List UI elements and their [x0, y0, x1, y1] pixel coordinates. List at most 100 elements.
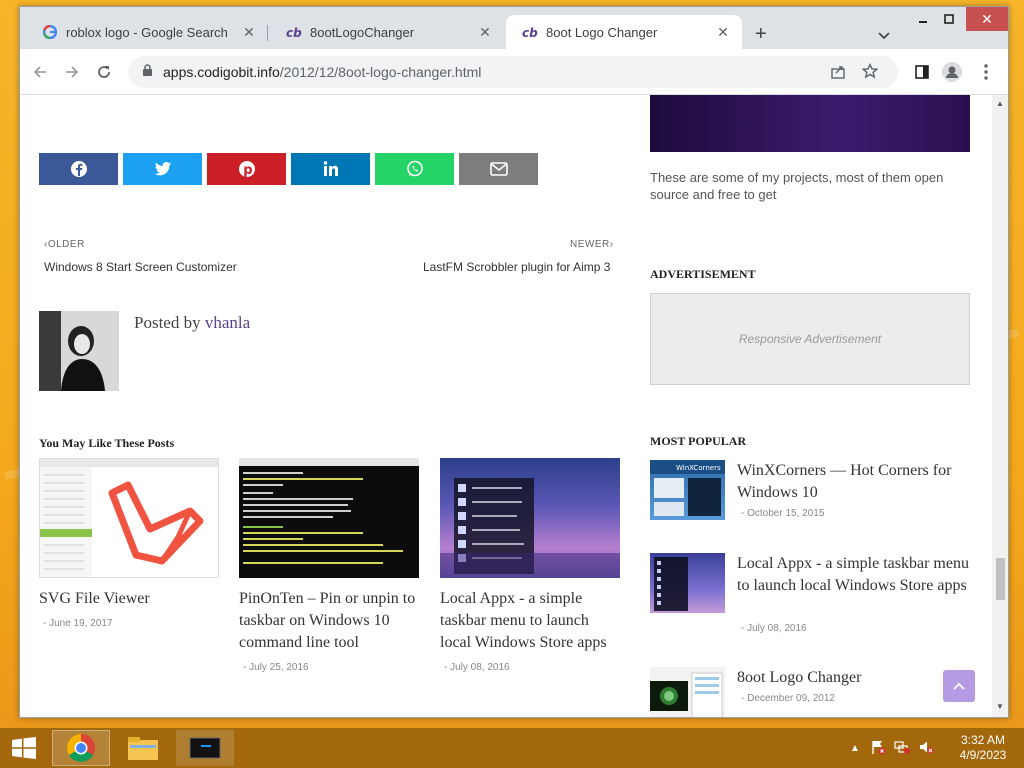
facebook-share-button[interactable]: [39, 153, 118, 185]
close-window-button[interactable]: ✕: [966, 7, 1008, 31]
related-post-card[interactable]: SVG File Viewer - June 19, 2017: [39, 458, 219, 629]
tab-google-search[interactable]: roblox logo - Google Search ✕: [26, 15, 268, 49]
scrollbar-thumb[interactable]: [996, 558, 1005, 600]
popular-post-title[interactable]: 8oot Logo Changer: [737, 667, 972, 689]
url-host: apps.codigobit.info: [163, 64, 280, 80]
windows-taskbar: ▲ 3:32 AM 4/9/2023: [0, 728, 1024, 768]
newer-post-label[interactable]: NEWER›: [570, 239, 614, 250]
popular-post-title[interactable]: Local Appx - a simple taskbar menu to la…: [737, 553, 972, 597]
profile-avatar-icon[interactable]: [940, 61, 964, 83]
linkedin-share-button[interactable]: [291, 153, 370, 185]
linkedin-icon: [323, 161, 338, 176]
whatsapp-icon: [406, 160, 423, 177]
page-content: p ‹OLDER Windows 8 Start Screen Customiz…: [20, 95, 992, 717]
related-posts-heading: You May Like These Posts: [39, 436, 175, 450]
bookmark-star-icon[interactable]: [861, 62, 879, 82]
svg-text:WinXCorners: WinXCorners: [676, 464, 721, 472]
forward-arrow-icon[interactable]: [60, 61, 84, 83]
share-buttons: p: [39, 153, 538, 185]
advertisement-heading: ADVERTISEMENT: [650, 267, 756, 281]
twitter-share-button[interactable]: [123, 153, 202, 185]
post-title[interactable]: Local Appx - a simple taskbar menu to la…: [440, 588, 620, 654]
close-tab-icon[interactable]: ✕: [476, 24, 494, 41]
taskbar-clock[interactable]: 3:32 AM 4/9/2023: [948, 733, 1018, 763]
pinterest-icon: p: [238, 161, 255, 178]
email-share-button[interactable]: [459, 153, 538, 185]
post-thumbnail[interactable]: [440, 458, 620, 578]
network-icon[interactable]: [894, 739, 910, 758]
back-arrow-icon[interactable]: [28, 61, 52, 83]
twitter-icon: [154, 162, 171, 176]
posted-by: Posted by vhanla: [134, 313, 251, 332]
tab-8oot-logo-changer[interactable]: cb 8oot Logo Changer ✕: [506, 15, 742, 49]
browser-toolbar: apps.codigobit.info/2012/12/8oot-logo-ch…: [20, 49, 1008, 95]
close-tab-icon[interactable]: ✕: [240, 24, 258, 41]
popular-post-date: - July 08, 2016: [741, 623, 807, 634]
side-panel-icon[interactable]: [910, 61, 934, 83]
tab-title: 8ootLogoChanger: [310, 24, 415, 40]
facebook-icon: [70, 161, 87, 177]
chevron-right-icon: ›: [609, 239, 614, 250]
tab-search-chevron-icon[interactable]: [878, 27, 890, 45]
popular-post-date: - December 09, 2012: [741, 693, 835, 704]
action-center-flag-icon[interactable]: [870, 739, 886, 758]
address-bar[interactable]: apps.codigobit.info/2012/12/8oot-logo-ch…: [128, 56, 898, 88]
google-g-icon: [42, 24, 58, 40]
page-scrollbar[interactable]: ▲ ▼: [992, 95, 1008, 717]
close-tab-icon[interactable]: ✕: [714, 24, 732, 41]
envelope-icon: [489, 162, 508, 176]
older-post-link[interactable]: Windows 8 Start Screen Customizer: [44, 260, 237, 274]
popular-post-title[interactable]: WinXCorners — Hot Corners for Windows 10: [737, 460, 972, 504]
taskbar-file-explorer[interactable]: [114, 730, 172, 766]
kebab-menu-icon[interactable]: [974, 61, 998, 83]
svg-text:cb: cb: [286, 26, 302, 38]
taskbar-chrome[interactable]: [52, 730, 110, 766]
tab-separator: [267, 25, 268, 41]
related-post-card[interactable]: Local Appx - a simple taskbar menu to la…: [440, 458, 620, 673]
chevron-up-icon: [953, 682, 965, 690]
clock-time: 3:32 AM: [960, 733, 1006, 747]
tab-8ootlogochanger[interactable]: cb 8ootLogoChanger ✕: [270, 15, 504, 49]
whatsapp-share-button[interactable]: [375, 153, 454, 185]
start-button[interactable]: [0, 730, 48, 766]
author-link[interactable]: vhanla: [205, 313, 250, 332]
reload-icon[interactable]: [92, 61, 116, 83]
chrome-icon: [67, 734, 95, 762]
post-title[interactable]: SVG File Viewer: [39, 588, 219, 610]
pinterest-share-button[interactable]: p: [207, 153, 286, 185]
post-title[interactable]: PinOnTen – Pin or unpin to taskbar on Wi…: [239, 588, 419, 654]
popular-post-date: - October 15, 2015: [741, 508, 825, 519]
codigobit-icon: cb: [286, 24, 302, 40]
post-date: - July 25, 2016: [243, 662, 309, 673]
svg-text:p: p: [243, 163, 252, 178]
post-date: - July 08, 2016: [444, 662, 510, 673]
maximize-button[interactable]: [938, 7, 960, 31]
share-page-icon[interactable]: [830, 64, 846, 83]
scroll-up-arrow-icon[interactable]: ▲: [996, 99, 1004, 108]
minimize-button[interactable]: [912, 7, 934, 31]
volume-muted-icon[interactable]: [918, 739, 934, 758]
show-hidden-icons-chevron-icon[interactable]: ▲: [850, 743, 860, 754]
post-thumbnail[interactable]: [39, 458, 219, 578]
newer-post-link[interactable]: LastFM Scrobbler plugin for Aimp 3: [423, 260, 610, 274]
author-avatar[interactable]: [39, 311, 119, 391]
related-post-card[interactable]: PinOnTen – Pin or unpin to taskbar on Wi…: [239, 458, 419, 673]
post-thumbnail[interactable]: [239, 458, 419, 578]
url-path: /2012/12/8oot-logo-changer.html: [279, 64, 482, 80]
back-to-top-button[interactable]: [943, 670, 975, 702]
lock-icon: [142, 64, 153, 80]
clock-date: 4/9/2023: [959, 748, 1007, 762]
app-window-icon: [189, 737, 221, 759]
scroll-down-arrow-icon[interactable]: ▼: [996, 702, 1004, 711]
advertisement-box[interactable]: Responsive Advertisement: [650, 293, 970, 385]
popular-post-thumbnail[interactable]: [650, 667, 725, 717]
folder-icon: [128, 737, 158, 760]
tab-title: roblox logo - Google Search: [66, 24, 228, 40]
popular-post-thumbnail[interactable]: WinXCorners: [650, 460, 725, 520]
taskbar-app-window[interactable]: [176, 730, 234, 766]
older-post-label[interactable]: ‹OLDER: [44, 239, 85, 250]
new-tab-button[interactable]: +: [755, 23, 767, 46]
projects-banner[interactable]: [650, 95, 970, 152]
popular-post-thumbnail[interactable]: [650, 553, 725, 613]
system-tray: ▲: [850, 728, 934, 768]
